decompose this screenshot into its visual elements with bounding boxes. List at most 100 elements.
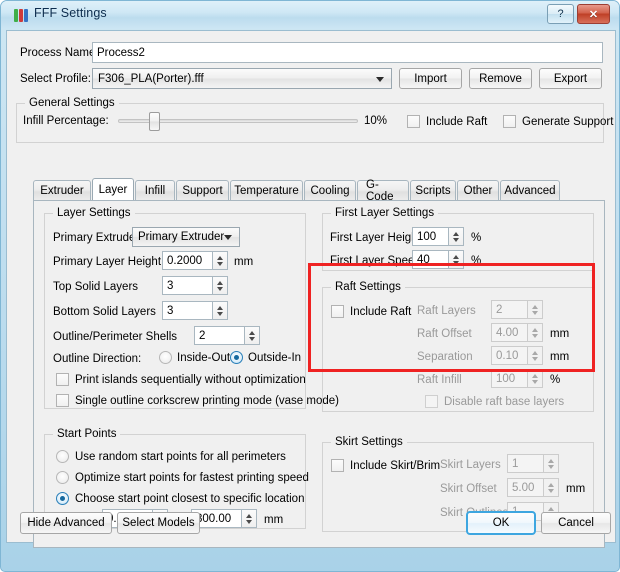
inside-out-radio[interactable]: Inside-Out [159, 351, 230, 364]
outline-shells-spinner[interactable]: 2 [194, 326, 260, 345]
remove-button[interactable]: Remove [469, 68, 532, 89]
tab-label: Cooling [310, 185, 350, 197]
app-bars-icon [14, 8, 28, 22]
raft-settings-title: Raft Settings [331, 281, 405, 293]
spinner-buttons[interactable] [212, 251, 228, 270]
raft-infill-value: 100 [491, 369, 527, 388]
vase-mode-checkbox[interactable]: Single outline corkscrew printing mode (… [56, 394, 339, 407]
hide-advanced-button[interactable]: Hide Advanced [20, 512, 112, 534]
raft-layers-value: 2 [491, 300, 527, 319]
bottom-solid-layers-value: 3 [162, 301, 212, 320]
cancel-button[interactable]: Cancel [541, 512, 611, 534]
primary-extruder-combobox[interactable]: Primary Extruder [132, 227, 240, 247]
select-profile-combobox[interactable]: F306_PLA(Porter).fff [92, 68, 392, 89]
help-button[interactable]: ? [547, 4, 574, 24]
first-layer-speed-spinner[interactable]: 40 [412, 250, 464, 269]
tab-label: Infill [144, 185, 166, 197]
raft-layers-label: Raft Layers [417, 305, 476, 317]
tab-g-code[interactable]: G-Code [357, 179, 409, 203]
first-layer-height-value: 100 [412, 227, 448, 246]
generate-support-checkbox[interactable]: Generate Support [503, 115, 613, 128]
remove-label: Remove [479, 72, 522, 85]
tab-support[interactable]: Support [176, 180, 229, 201]
tab-extruder[interactable]: Extruder [33, 180, 91, 201]
raft-layers-spinner[interactable]: 2 [491, 300, 543, 319]
checkbox-box [56, 394, 69, 407]
specific-start-point-radio[interactable]: Choose start point closest to specific l… [56, 492, 304, 505]
hide-advanced-label: Hide Advanced [27, 517, 105, 529]
include-skirt-checkbox[interactable]: Include Skirt/Brim [331, 459, 440, 472]
spinner-buttons[interactable] [527, 346, 543, 365]
bottom-solid-layers-spinner[interactable]: 3 [162, 301, 228, 320]
radio-circle [56, 492, 69, 505]
disable-raft-base-checkbox[interactable]: Disable raft base layers [425, 395, 564, 408]
raft-offset-label: Raft Offset [417, 328, 472, 340]
layer-tab-panel: Layer Settings Primary Extruder Primary … [33, 200, 605, 548]
start-y-spinner[interactable]: 300.00 [191, 509, 257, 528]
settings-tabstrip[interactable]: Extruder Layer Infill Support Temperature Coo… [33, 178, 561, 203]
generate-support-label: Generate Support [522, 115, 614, 128]
spinner-buttons[interactable] [212, 301, 228, 320]
print-islands-checkbox[interactable]: Print islands sequentially without optim… [56, 373, 306, 386]
chevron-down-icon [376, 76, 384, 82]
skirt-offset-spinner[interactable]: 5.00 [507, 478, 559, 497]
spinner-buttons[interactable] [543, 454, 559, 473]
skirt-layers-spinner[interactable]: 1 [507, 454, 559, 473]
process-name-label: Process Name: [20, 47, 99, 59]
tab-cooling[interactable]: Cooling [304, 180, 356, 201]
top-solid-layers-value: 3 [162, 276, 212, 295]
window-title: FFF Settings [34, 6, 107, 20]
include-raft-label-general: Include Raft [426, 115, 488, 128]
spinner-buttons[interactable] [212, 276, 228, 295]
process-name-input[interactable]: Process2 [92, 42, 603, 63]
infill-percentage-value: 10% [364, 115, 388, 127]
spinner-buttons[interactable] [543, 478, 559, 497]
random-start-points-radio[interactable]: Use random start points for all perimete… [56, 450, 286, 463]
outside-in-radio[interactable]: Outside-In [230, 351, 301, 364]
primary-extruder-label: Primary Extruder [53, 232, 140, 244]
spinner-buttons[interactable] [448, 227, 464, 246]
ok-button[interactable]: OK [466, 511, 536, 535]
spinner-buttons[interactable] [244, 326, 260, 345]
first-layer-settings-title: First Layer Settings [331, 207, 439, 219]
top-solid-layers-spinner[interactable]: 3 [162, 276, 228, 295]
outline-shells-label: Outline/Perimeter Shells [53, 331, 177, 343]
title-bar[interactable]: FFF Settings ? ✕ [1, 1, 619, 29]
spinner-buttons[interactable] [527, 369, 543, 388]
spinner-buttons[interactable] [241, 509, 257, 528]
spinner-buttons[interactable] [527, 300, 543, 319]
dialog-client-area: Process Name: Process2 Select Profile: F… [6, 30, 616, 548]
tab-layer[interactable]: Layer [92, 178, 134, 201]
first-layer-height-spinner[interactable]: 100 [412, 227, 464, 246]
export-button[interactable]: Export [539, 68, 602, 89]
import-button[interactable]: Import [399, 68, 462, 89]
close-button[interactable]: ✕ [577, 4, 610, 24]
raft-separation-value: 0.10 [491, 346, 527, 365]
tab-other[interactable]: Other [457, 180, 499, 201]
outside-in-label: Outside-In [248, 351, 302, 364]
include-raft-checkbox[interactable]: Include Raft [331, 305, 411, 318]
select-models-button[interactable]: Select Models [117, 512, 200, 534]
checkbox-box [331, 305, 344, 318]
inside-out-label: Inside-Out [177, 351, 231, 364]
infill-slider-thumb[interactable] [148, 112, 160, 131]
tab-temperature[interactable]: Temperature [230, 180, 303, 201]
skirt-layers-value: 1 [507, 454, 543, 473]
raft-separation-spinner[interactable]: 0.10 [491, 346, 543, 365]
fff-settings-window: FFF Settings ? ✕ Process Name: Process2 … [0, 0, 620, 572]
spinner-buttons[interactable] [448, 250, 464, 269]
bottom-solid-layers-label: Bottom Solid Layers [53, 306, 156, 318]
skirt-offset-unit: mm [566, 483, 586, 495]
raft-offset-unit: mm [550, 328, 570, 340]
vase-mode-label: Single outline corkscrew printing mode (… [75, 394, 339, 407]
raft-offset-spinner[interactable]: 4.00 [491, 323, 543, 342]
primary-layer-height-spinner[interactable]: 0.2000 [162, 251, 228, 270]
skirt-offset-label: Skirt Offset [440, 483, 497, 495]
spinner-buttons[interactable] [527, 323, 543, 342]
tab-scripts[interactable]: Scripts [410, 180, 456, 201]
optimize-start-points-radio[interactable]: Optimize start points for fastest printi… [56, 471, 309, 484]
tab-advanced[interactable]: Advanced [500, 180, 560, 201]
tab-infill[interactable]: Infill [135, 180, 175, 201]
include-raft-checkbox-general[interactable]: Include Raft [407, 115, 487, 128]
raft-infill-spinner[interactable]: 100 [491, 369, 543, 388]
